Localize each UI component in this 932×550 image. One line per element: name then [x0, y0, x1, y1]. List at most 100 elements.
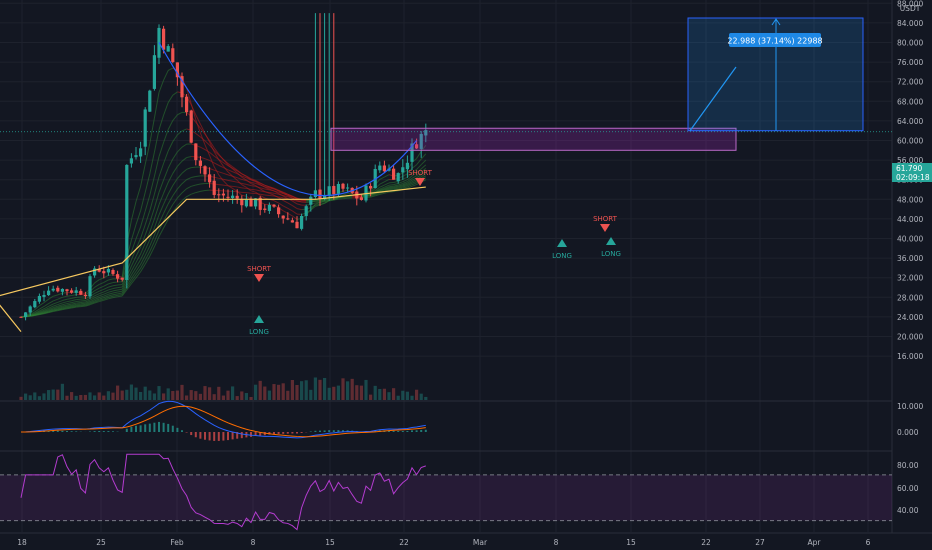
candle — [304, 204, 308, 221]
ema-line — [269, 189, 275, 192]
price-tick: 72.000 — [897, 78, 923, 87]
candle-body — [111, 270, 115, 274]
ema-line — [388, 184, 394, 186]
ema-line — [273, 200, 279, 204]
trading-chart[interactable]: 22.988 (37.14%) 22988 SHORT LONG SHORT LONG… — [0, 0, 932, 550]
ema-line — [232, 180, 238, 183]
candle — [378, 161, 382, 173]
candle — [189, 109, 193, 144]
ema-line — [282, 205, 289, 209]
time-tick: Feb — [170, 538, 184, 547]
ema-line — [209, 168, 215, 171]
volume-bar — [83, 394, 87, 400]
ema-line — [191, 192, 196, 195]
ema-line — [163, 168, 169, 181]
volume-bar — [194, 391, 198, 400]
price-tick: 40.000 — [897, 235, 923, 244]
ema-line — [287, 202, 293, 207]
volume-bar — [139, 391, 143, 400]
signal-label: SHORT — [593, 215, 618, 223]
volume-bar — [369, 394, 373, 400]
volume-bar — [392, 388, 396, 400]
ema-line — [153, 92, 160, 119]
ema-line — [227, 179, 233, 182]
ema-line — [71, 299, 77, 302]
ema-line — [163, 150, 169, 164]
ema-line — [402, 173, 408, 177]
time-tick: 22 — [701, 538, 711, 547]
candle-body — [231, 195, 235, 199]
ema-line — [273, 195, 279, 198]
ema-line — [319, 201, 325, 203]
price-tick: 44.000 — [897, 215, 923, 224]
ema-line — [140, 255, 146, 265]
ema-line — [94, 290, 100, 294]
candle-body — [208, 174, 212, 183]
volume-bar — [120, 390, 124, 400]
price-tick: 60.000 — [897, 137, 923, 146]
ema-line — [218, 177, 224, 180]
candle-body — [382, 165, 386, 172]
ema-line — [103, 289, 109, 293]
signal-short: SHORT — [593, 215, 618, 232]
candle — [116, 270, 120, 283]
time-tick: 18 — [17, 538, 27, 547]
candle — [194, 143, 198, 166]
ema-line — [200, 190, 206, 192]
candle-body — [37, 295, 41, 302]
volume-bar — [37, 396, 41, 400]
candle-body — [70, 290, 74, 293]
ema-line — [384, 182, 390, 186]
ema-line — [66, 295, 72, 297]
volume-bar — [359, 385, 363, 400]
ema-line — [39, 302, 45, 307]
candle-body — [166, 46, 170, 52]
ema-line — [200, 146, 206, 150]
candle-body — [369, 185, 373, 189]
ema-line — [163, 182, 169, 194]
ema-line — [191, 184, 196, 187]
ema-line — [255, 193, 261, 195]
ema-line — [241, 183, 247, 185]
ema-line — [112, 293, 118, 296]
volume-bar — [134, 387, 138, 400]
signal-long: LONG — [601, 237, 621, 258]
volume-bar — [350, 378, 354, 400]
volume-bar — [116, 385, 120, 400]
volume-bar — [97, 392, 101, 400]
ema-line — [379, 176, 385, 180]
ema-line — [200, 156, 206, 160]
volume-bar — [277, 384, 281, 400]
ema-line — [186, 167, 192, 170]
candle-body — [336, 184, 340, 194]
candle — [37, 293, 41, 304]
candle-body — [267, 204, 271, 211]
ema-line — [259, 194, 266, 199]
ema-line — [43, 303, 49, 307]
ema-line — [342, 196, 348, 199]
volume-bar — [203, 386, 207, 400]
ema-line — [57, 302, 63, 306]
volume-bar — [419, 393, 423, 400]
volume-bar — [267, 390, 271, 400]
time-tick: 27 — [755, 538, 765, 547]
ema-line — [117, 288, 123, 291]
volume-bar — [281, 383, 285, 400]
candle-body — [277, 207, 281, 215]
candle-body — [51, 288, 55, 291]
candle-body — [88, 276, 92, 297]
price-tick: 84.000 — [897, 19, 923, 28]
ema-line — [379, 181, 385, 185]
candle-body — [24, 312, 28, 317]
ema-line — [177, 192, 183, 199]
volume-bar — [401, 390, 405, 400]
candle — [231, 190, 235, 204]
candle-body — [313, 190, 317, 198]
volume-bar — [355, 385, 359, 400]
ema-line — [117, 283, 123, 286]
ema-line — [181, 157, 187, 162]
volume-bar — [217, 386, 221, 400]
ema-line — [241, 187, 247, 189]
ema-line — [57, 292, 63, 296]
candle — [198, 155, 202, 174]
